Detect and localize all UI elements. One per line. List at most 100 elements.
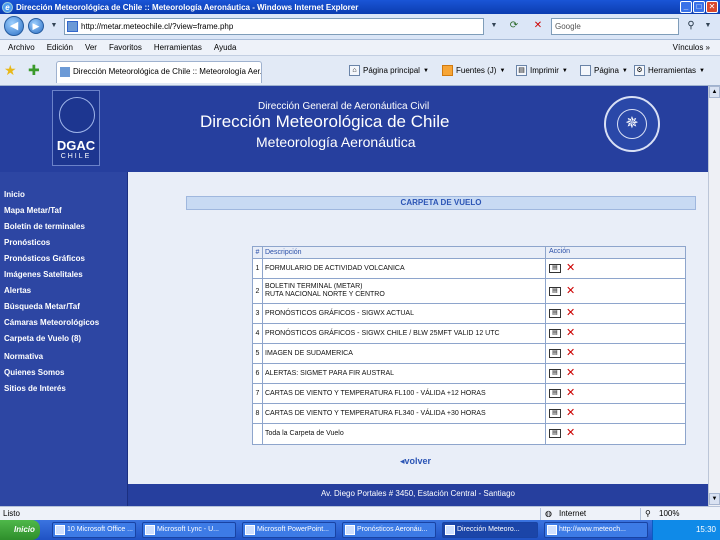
page-menu-icon: [580, 65, 591, 76]
sidebar-item-4[interactable]: Pronósticos: [4, 238, 50, 247]
zoom-icon: ⚲: [645, 509, 651, 518]
sidebar-item-9[interactable]: Cámaras Meteorológicos: [4, 318, 99, 327]
menu-bar: Archivo Edición Ver Favoritos Herramient…: [0, 40, 720, 56]
active-tab-label: Dirección Meteorológica de Chile :: Mete…: [73, 67, 262, 76]
window-title: Dirección Meteorológica de Chile :: Mete…: [16, 2, 359, 12]
task-office[interactable]: 10 Microsoft Office ...: [52, 522, 136, 538]
sidebar-item-6[interactable]: Imágenes Satelitales: [4, 270, 83, 279]
sidebar-item-7[interactable]: Alertas: [4, 286, 31, 295]
home-dropdown-icon[interactable]: ▼: [423, 68, 429, 74]
print-all-icon[interactable]: ▤: [549, 429, 561, 438]
print-row-icon[interactable]: ▤: [549, 309, 561, 318]
page-dropdown-icon[interactable]: ▼: [622, 68, 628, 74]
back-button[interactable]: ◀: [4, 16, 24, 36]
zoom-level[interactable]: ⚲ 100%: [640, 508, 679, 520]
header-subtitle: Dirección General de Aeronáutica Civil: [258, 101, 430, 112]
sidebar-nav: Inicio Mapa Metar/Taf Boletín de terminale…: [0, 172, 128, 506]
sidebar-item-13[interactable]: Sitios de Interés: [4, 384, 66, 393]
menu-file[interactable]: Archivo: [8, 43, 35, 52]
home-icon: ⌂: [349, 65, 360, 76]
printer-icon: ▤: [516, 65, 527, 76]
search-icon[interactable]: ⚲: [683, 19, 699, 34]
history-dropdown-icon[interactable]: ▼: [46, 19, 62, 34]
search-input[interactable]: Google: [551, 18, 679, 35]
task-pronosticos[interactable]: Pronósticos Aeronáu...: [342, 522, 436, 538]
links-menu[interactable]: Vínculos »: [673, 43, 710, 52]
sidebar-item-10[interactable]: Carpeta de Vuelo (8): [4, 334, 81, 343]
vertical-scrollbar[interactable]: ▲ ▼: [708, 86, 720, 506]
delete-row-icon[interactable]: ✕: [566, 308, 575, 319]
start-button[interactable]: Inicio: [0, 520, 40, 540]
delete-row-icon[interactable]: ✕: [566, 286, 575, 297]
security-zone: ◍ Internet: [540, 508, 586, 520]
sidebar-item-2[interactable]: Mapa Metar/Taf: [4, 206, 62, 215]
dgac-logo: DGAC CHILE: [52, 90, 100, 166]
tools-dropdown-icon[interactable]: ▼: [699, 68, 705, 74]
task-powerpoint[interactable]: Microsoft PowerPoint...: [242, 522, 336, 538]
task-meteochile[interactable]: http://www.meteoch...: [544, 522, 648, 538]
powerpoint-icon: [245, 525, 255, 535]
table-row: 6 ALERTAS: SIGMET PARA FIR AUSTRAL ▤ ✕: [253, 364, 685, 384]
address-dropdown-icon[interactable]: ▼: [486, 19, 502, 34]
print-dropdown-icon[interactable]: ▼: [562, 68, 568, 74]
print-row-icon[interactable]: ▤: [549, 349, 561, 358]
print-row-icon[interactable]: ▤: [549, 329, 561, 338]
menu-edit[interactable]: Edición: [47, 43, 73, 52]
feeds-dropdown-icon[interactable]: ▼: [499, 68, 505, 74]
address-text: http://metar.meteochile.cl/?view=frame.p…: [81, 22, 234, 31]
delete-row-icon[interactable]: ✕: [566, 408, 575, 419]
scroll-up-icon[interactable]: ▲: [709, 86, 720, 98]
sidebar-item-5[interactable]: Pronósticos Gráficos: [4, 254, 85, 263]
col-num-header: #: [253, 247, 263, 258]
sidebar-item-8[interactable]: Búsqueda Metar/Taf: [4, 302, 80, 311]
feeds-label: Fuentes (J): [456, 66, 497, 75]
header-section: Meteorología Aeronáutica: [256, 134, 416, 150]
delete-row-icon[interactable]: ✕: [566, 263, 575, 274]
home-command[interactable]: ⌂ Página principal ▼: [349, 65, 429, 76]
task-lync[interactable]: Microsoft Lync - U...: [142, 522, 236, 538]
delete-row-icon[interactable]: ✕: [566, 348, 575, 359]
stop-icon[interactable]: ✕: [530, 19, 546, 34]
clock: 15:30: [695, 525, 716, 534]
table-row: 4 PRONÓSTICOS GRÁFICOS - SIGWX CHILE / B…: [253, 324, 685, 344]
delete-row-icon[interactable]: ✕: [566, 368, 575, 379]
sidebar-item-11[interactable]: Normativa: [4, 352, 43, 361]
delete-all-icon[interactable]: ✕: [566, 428, 575, 439]
meteo-seal-logo: ✵: [604, 96, 660, 152]
compass-rose-icon: ✵: [617, 109, 647, 139]
favorites-star-icon[interactable]: ★: [4, 63, 17, 77]
search-options-icon[interactable]: ▼: [700, 19, 716, 34]
tools-command[interactable]: ⚙ Herramientas ▼: [634, 65, 705, 76]
page-command[interactable]: Página ▼: [580, 65, 628, 76]
print-row-icon[interactable]: ▤: [549, 264, 561, 273]
print-label: Imprimir: [530, 66, 559, 75]
print-row-icon[interactable]: ▤: [549, 287, 561, 296]
print-command[interactable]: ▤ Imprimir ▼: [516, 65, 568, 76]
task-direccion-meteorologica[interactable]: Dirección Meteoro...: [442, 522, 538, 538]
print-row-icon[interactable]: ▤: [549, 389, 561, 398]
menu-tools[interactable]: Herramientas: [154, 43, 202, 52]
delete-row-icon[interactable]: ✕: [566, 388, 575, 399]
dgac-logo-subtext: CHILE: [60, 153, 92, 160]
print-row-icon[interactable]: ▤: [549, 369, 561, 378]
add-favorite-icon[interactable]: ✚: [28, 63, 40, 77]
sidebar-item-1[interactable]: Inicio: [4, 190, 25, 199]
delete-row-icon[interactable]: ✕: [566, 328, 575, 339]
active-tab[interactable]: Dirección Meteorológica de Chile :: Mete…: [56, 61, 262, 83]
minimize-button[interactable]: _: [680, 1, 692, 13]
feeds-command[interactable]: Fuentes (J) ▼: [442, 65, 505, 76]
menu-view[interactable]: Ver: [85, 43, 97, 52]
address-bar[interactable]: http://metar.meteochile.cl/?view=frame.p…: [64, 18, 484, 35]
maximize-button[interactable]: □: [693, 1, 705, 13]
menu-favorites[interactable]: Favoritos: [109, 43, 142, 52]
close-window-button[interactable]: ✕: [706, 1, 718, 13]
gear-icon: ⚙: [634, 65, 645, 76]
back-link[interactable]: ◂volver: [400, 456, 431, 467]
forward-button[interactable]: ▶: [28, 18, 44, 34]
scroll-down-icon[interactable]: ▼: [709, 493, 720, 505]
menu-help[interactable]: Ayuda: [214, 43, 237, 52]
refresh-icon[interactable]: ⟳: [506, 19, 522, 34]
sidebar-item-12[interactable]: Quienes Somos: [4, 368, 64, 377]
print-row-icon[interactable]: ▤: [549, 409, 561, 418]
sidebar-item-3[interactable]: Boletín de terminales: [4, 222, 85, 231]
